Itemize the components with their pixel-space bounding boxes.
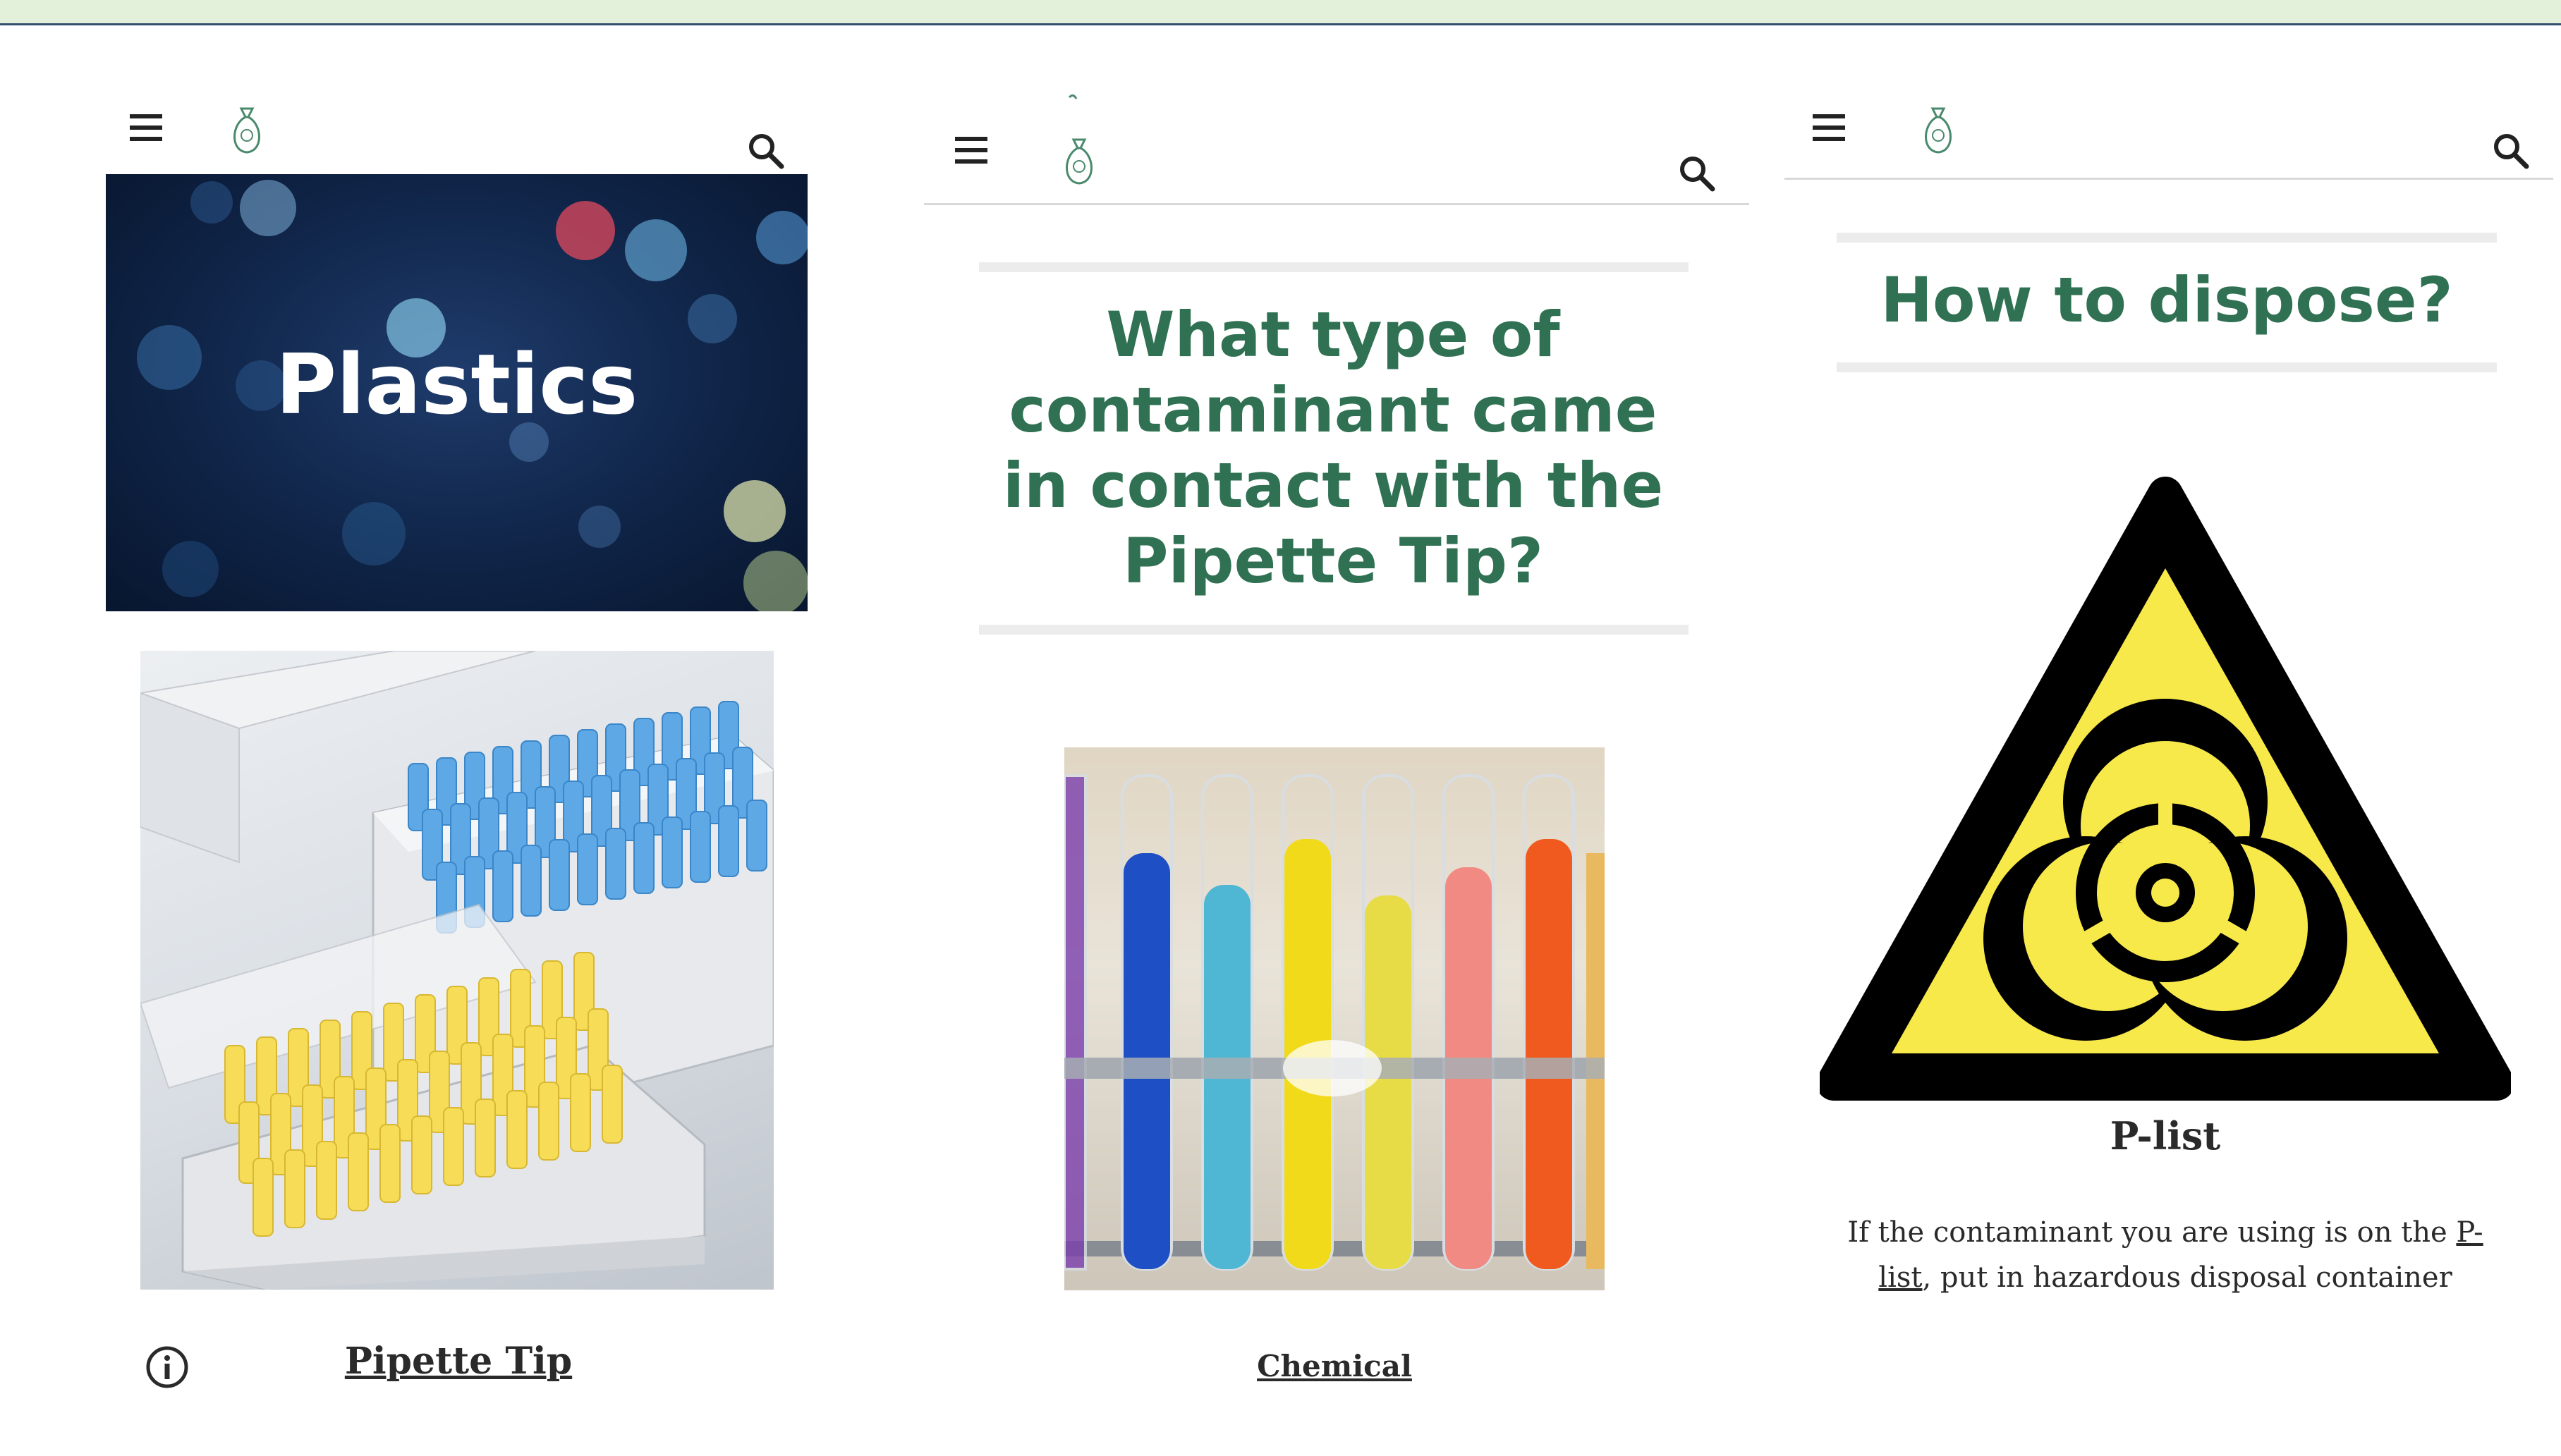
info-icon[interactable]	[145, 1345, 190, 1390]
menu-icon[interactable]	[1810, 110, 1849, 145]
screen-how-to-dispose: How to dispose? P-list If the contaminan…	[1777, 25, 2561, 1456]
heading-rule-top	[1837, 233, 2497, 243]
search-icon[interactable]	[2491, 131, 2531, 171]
search-icon[interactable]	[746, 131, 786, 171]
menu-icon[interactable]	[952, 133, 992, 168]
heading-rule-bottom	[1837, 362, 2497, 372]
banner-title: Plastics	[275, 336, 638, 433]
tip-racks-illustration	[140, 651, 774, 1290]
bag-logo-icon[interactable]	[227, 93, 267, 158]
biohazard-warning-icon	[1820, 477, 2511, 1101]
search-icon[interactable]	[1677, 154, 1717, 193]
screen-plastics: Plastics Pipette Tip	[0, 25, 889, 1456]
category-banner: Plastics	[106, 174, 808, 611]
test-tubes-illustration	[1064, 747, 1605, 1290]
dispose-heading: How to dispose?	[1880, 264, 2453, 336]
window-top-strip	[0, 0, 2561, 25]
chemical-test-tubes-image[interactable]	[1064, 747, 1605, 1290]
bag-logo-icon[interactable]	[1918, 93, 1958, 158]
title-rule-top	[979, 262, 1689, 272]
list-title: P-list	[2110, 1113, 2221, 1158]
question-title: What type of contaminant came in contact…	[1002, 298, 1664, 597]
header-divider	[1784, 178, 2553, 180]
title-rule-bottom	[979, 625, 1689, 635]
item-caption-link[interactable]: Pipette Tip	[324, 1333, 592, 1390]
menu-icon[interactable]	[127, 110, 166, 145]
header-divider	[924, 203, 1749, 205]
instruction-prefix: If the contaminant you are using is on t…	[1847, 1216, 2457, 1249]
disposal-instruction: If the contaminant you are using is on t…	[1834, 1210, 2497, 1300]
bag-logo-icon[interactable]	[1059, 93, 1099, 197]
screen-contaminant-type: What type of contaminant came in contact…	[889, 25, 1777, 1456]
instruction-suffix: , put in hazardous disposal container	[1922, 1261, 2452, 1294]
option-caption-link[interactable]: Chemical	[1220, 1344, 1449, 1389]
pipette-tip-image[interactable]	[140, 651, 774, 1290]
